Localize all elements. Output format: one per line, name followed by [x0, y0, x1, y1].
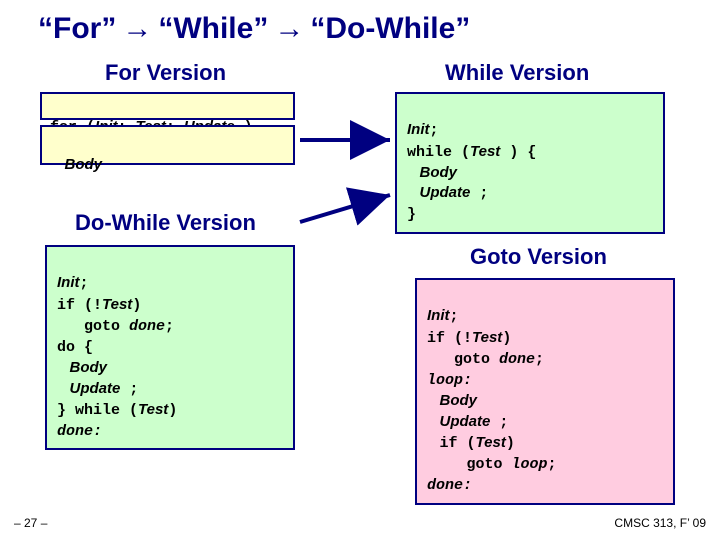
tok-body: Body: [420, 164, 458, 181]
heading-dowhile-version: Do-While Version: [75, 210, 256, 236]
kw-if: if (!: [57, 297, 102, 314]
tok-done-label: done:: [427, 477, 472, 494]
arrow-icon: →: [274, 12, 304, 46]
tok-done-label: done:: [57, 423, 102, 440]
tok-semi: ;: [535, 351, 544, 368]
tok-body: Body: [440, 392, 478, 409]
tok-semi: ;: [430, 122, 439, 139]
tok-loop: loop: [512, 456, 548, 473]
tok-semi: ;: [120, 381, 138, 398]
tok-update: Update: [420, 184, 471, 201]
kw-do: do {: [57, 339, 93, 356]
tok-test: Test: [476, 434, 506, 451]
tok-done: done: [129, 318, 165, 335]
tok-update: Update: [70, 380, 121, 397]
kw-goto: goto: [427, 351, 499, 368]
heading-goto-version: Goto Version: [470, 244, 607, 270]
arrow-icon: →: [122, 12, 152, 46]
kw-goto: goto: [440, 456, 512, 473]
for-body-box: Body: [40, 125, 295, 165]
tok-semi: ;: [490, 414, 508, 431]
kw-if: if (: [440, 435, 476, 452]
tok-init: Init: [407, 121, 430, 138]
tok-body: Body: [70, 359, 108, 376]
kw-goto: goto: [57, 318, 129, 335]
title-part-1: “For”: [38, 12, 116, 46]
goto-box: Init; if (!Test) goto done; loop: Body U…: [415, 278, 675, 505]
page-number: – 27 –: [14, 516, 47, 530]
tok-init: Init: [57, 274, 80, 291]
tok-endbrace: }: [407, 206, 416, 223]
title-part-2: “While”: [158, 12, 268, 46]
tok-test: Test: [472, 329, 502, 346]
for-header-box: for (Init; Test; Update ): [40, 92, 295, 120]
tok-close: ): [506, 435, 515, 452]
slide-title: “For” → “While” → “Do-While”: [38, 12, 470, 46]
tok-test: Test: [138, 401, 168, 418]
tok-test: Test: [102, 296, 132, 313]
tok-semi: ;: [450, 308, 459, 325]
kw-while: } while (: [57, 402, 138, 419]
tok-semi: ;: [470, 185, 488, 202]
tok-done: done: [499, 351, 535, 368]
heading-while-version: While Version: [445, 60, 589, 86]
tok-close: ): [132, 297, 141, 314]
tok-loop-label: loop:: [427, 372, 472, 389]
while-box: Init; while (Test ) { Body Update ; }: [395, 92, 665, 234]
dowhile-box: Init; if (!Test) goto done; do { Body Up…: [45, 245, 295, 450]
kw-if: if (!: [427, 330, 472, 347]
tok-close: ): [168, 402, 177, 419]
tok-body: Body: [65, 156, 103, 173]
tok-close: ): [502, 330, 511, 347]
kw-while: while (: [407, 144, 470, 161]
arrow-icon: [300, 195, 390, 222]
tok-update: Update: [440, 413, 491, 430]
heading-for-version: For Version: [105, 60, 226, 86]
tok-semi: ;: [80, 275, 89, 292]
title-part-3: “Do-While”: [310, 12, 470, 46]
tok-init: Init: [427, 307, 450, 324]
tok-semi: ;: [165, 318, 174, 335]
tok-semi: ;: [548, 456, 557, 473]
tok-test: Test: [470, 143, 500, 160]
course-footer: CMSC 313, F’ 09: [614, 516, 706, 530]
tok-close: ) {: [500, 144, 536, 161]
